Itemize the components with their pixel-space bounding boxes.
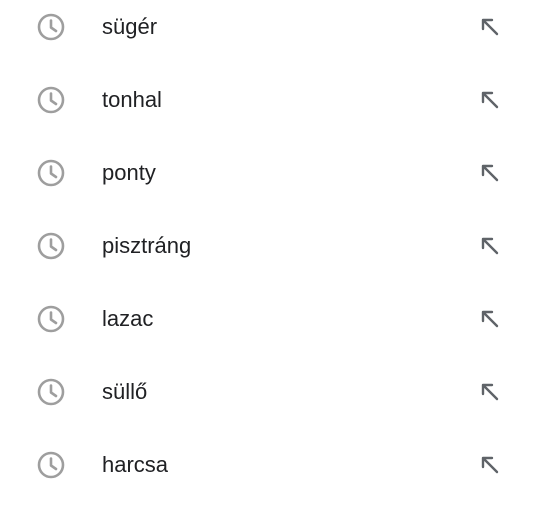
arrow-up-left-icon [478, 15, 502, 39]
history-item[interactable]: lazac [0, 289, 540, 349]
history-clock-icon [35, 230, 67, 262]
fill-query-button[interactable] [474, 376, 506, 408]
arrow-up-left-icon [478, 453, 502, 477]
history-clock-icon [35, 84, 67, 116]
history-item-label: pisztráng [102, 233, 192, 258]
history-item-label: süllő [102, 379, 148, 404]
history-clock-icon [35, 449, 67, 481]
fill-query-button[interactable] [474, 230, 506, 262]
fill-query-button[interactable] [474, 11, 506, 43]
fill-query-button[interactable] [474, 303, 506, 335]
history-item[interactable]: süllő [0, 362, 540, 422]
history-item-label: lazac [102, 306, 154, 331]
history-clock-icon [35, 303, 67, 335]
arrow-up-left-icon [478, 88, 502, 112]
history-item[interactable]: pisztráng [0, 216, 540, 276]
history-item[interactable]: ponty [0, 143, 540, 203]
history-item-label: tonhal [102, 87, 162, 112]
history-clock-icon [35, 11, 67, 43]
history-item-label: ponty [102, 160, 156, 185]
arrow-up-left-icon [478, 161, 502, 185]
history-item-label: sügér [102, 14, 158, 39]
history-item[interactable]: harcsa [0, 435, 540, 495]
history-item[interactable]: tonhal [0, 70, 540, 130]
search-history-list: sügér tonhal ponty pisztráng lazac süllő… [0, 0, 540, 523]
arrow-up-left-icon [478, 380, 502, 404]
arrow-up-left-icon [478, 307, 502, 331]
fill-query-button[interactable] [474, 449, 506, 481]
fill-query-button[interactable] [474, 157, 506, 189]
history-item-label: harcsa [102, 452, 169, 477]
history-item[interactable]: sügér [0, 0, 540, 57]
history-clock-icon [35, 157, 67, 189]
history-clock-icon [35, 376, 67, 408]
fill-query-button[interactable] [474, 84, 506, 116]
arrow-up-left-icon [478, 234, 502, 258]
